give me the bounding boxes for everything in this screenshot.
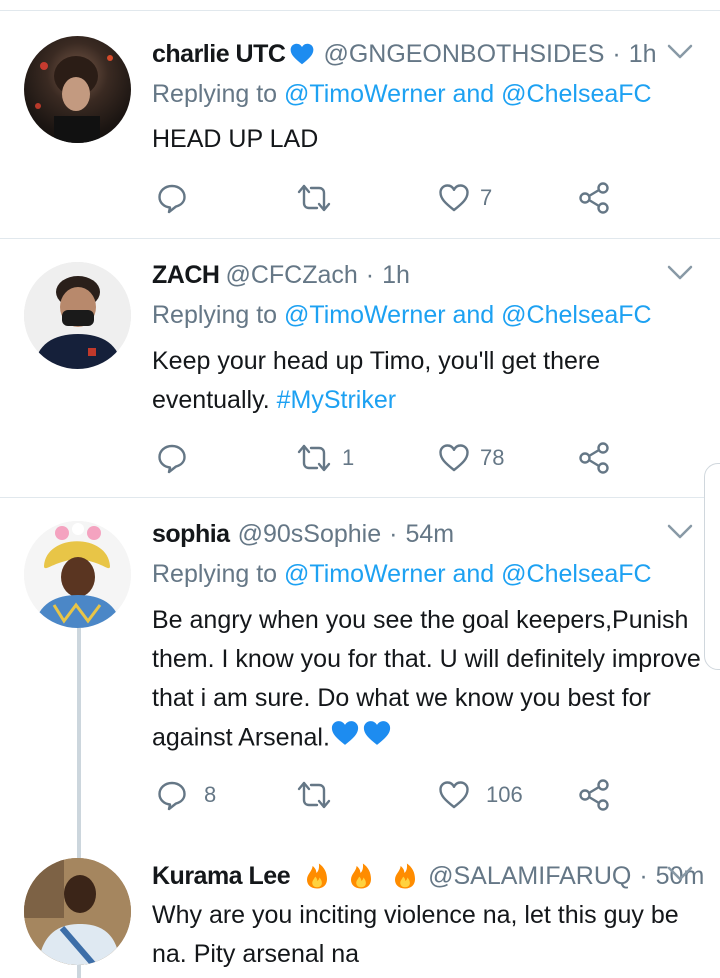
retweet-icon	[297, 781, 331, 809]
mention-link[interactable]: @TimoWerner	[284, 80, 446, 108]
chevron-down-icon[interactable]	[666, 42, 694, 62]
and-link[interactable]: and	[453, 301, 495, 329]
like-button[interactable]: 78	[438, 438, 504, 478]
fire-icon	[390, 861, 420, 891]
reply-icon	[158, 184, 186, 214]
replying-label: Replying to	[152, 80, 278, 108]
share-button[interactable]	[578, 178, 612, 218]
dot-separator: ·	[389, 519, 398, 548]
share-icon	[579, 442, 609, 474]
fire-icon	[302, 861, 332, 891]
tweet-text: Be angry when you see the goal keepers,P…	[152, 601, 707, 760]
display-name[interactable]: charlie UTC	[152, 40, 286, 69]
replying-to: Replying to @TimoWerner and @ChelseaFC	[152, 560, 652, 589]
share-button[interactable]	[578, 438, 612, 478]
avatar[interactable]	[24, 521, 131, 628]
reply-button[interactable]	[156, 438, 198, 478]
fire-icon	[346, 861, 376, 891]
like-count: 78	[480, 445, 505, 470]
replying-label: Replying to	[152, 301, 278, 329]
timestamp[interactable]: 1h	[629, 40, 657, 69]
handle[interactable]: @90sSophie	[238, 520, 382, 549]
retweet-icon	[297, 444, 331, 472]
and-link[interactable]: and	[453, 80, 495, 108]
tweet-text: Why are you inciting violence na, let th…	[152, 901, 679, 968]
tweet-header: ZACH @CFCZach · 1h	[152, 257, 410, 293]
avatar[interactable]	[24, 858, 131, 965]
mention-link[interactable]: @ChelseaFC	[501, 301, 651, 329]
thread-line	[77, 628, 81, 858]
reply-icon	[158, 444, 186, 474]
timestamp[interactable]: 54m	[405, 520, 454, 549]
tweet-text-content: Be angry when you see the goal keepers,P…	[152, 606, 701, 752]
reply-button[interactable]: 8	[156, 775, 216, 815]
display-name[interactable]: ZACH	[152, 261, 220, 290]
action-bar: 8 106	[0, 775, 720, 815]
and-link[interactable]: and	[453, 560, 495, 588]
hashtag-link[interactable]: #MyStriker	[277, 386, 396, 414]
blue-heart-icon	[330, 718, 360, 760]
tweet-header: charlie UTC @GNGEONBOTHSIDES · 1h	[152, 36, 657, 72]
chevron-down-icon[interactable]	[666, 522, 694, 542]
mention-link[interactable]: @ChelseaFC	[501, 80, 651, 108]
tweet-text: Keep your head up Timo, you'll get there…	[152, 342, 612, 420]
reply-button[interactable]	[156, 178, 198, 218]
share-icon	[579, 182, 609, 214]
handle[interactable]: @CFCZach	[225, 261, 357, 290]
dot-separator: ·	[639, 861, 648, 890]
share-button[interactable]	[578, 775, 612, 815]
retweet-count: 1	[342, 445, 355, 470]
replying-to: Replying to @TimoWerner and @ChelseaFC	[152, 80, 652, 109]
chevron-down-icon[interactable]	[666, 864, 694, 884]
handle[interactable]: @GNGEONBOTHSIDES	[323, 40, 604, 69]
tweet-header: sophia @90sSophie · 54m	[152, 516, 454, 552]
action-bar: 1 78	[0, 438, 720, 478]
retweet-button[interactable]	[296, 775, 342, 815]
heart-icon	[439, 781, 469, 809]
display-name[interactable]: Kurama Lee	[152, 862, 291, 891]
retweet-button[interactable]	[296, 178, 342, 218]
tweet-divider	[0, 497, 720, 498]
reply-count: 8	[204, 782, 217, 807]
tweet-header: Kurama Lee @SALAMIFARUQ · 50m	[152, 858, 704, 894]
like-button[interactable]: 7	[438, 178, 492, 218]
dot-separator: ·	[365, 260, 375, 289]
action-bar: 7	[0, 178, 720, 218]
replying-to: Replying to @TimoWerner and @ChelseaFC	[152, 301, 652, 330]
display-name[interactable]: sophia	[152, 520, 230, 549]
handle[interactable]: @SALAMIFARUQ	[428, 862, 631, 891]
reply-icon	[158, 781, 186, 811]
top-divider	[0, 10, 720, 11]
dot-separator: ·	[612, 39, 621, 68]
mention-link[interactable]: @TimoWerner	[284, 301, 446, 329]
timestamp[interactable]: 1h	[382, 261, 410, 290]
mention-link[interactable]: @ChelseaFC	[501, 560, 651, 588]
avatar[interactable]	[24, 262, 131, 369]
like-button[interactable]: 106	[438, 775, 523, 815]
like-count: 7	[480, 185, 493, 210]
like-count: 106	[486, 782, 523, 807]
retweet-button[interactable]: 1	[296, 438, 354, 478]
scroll-handle[interactable]	[704, 463, 720, 670]
replying-label: Replying to	[152, 560, 278, 588]
tweet-text: HEAD UP LAD	[152, 125, 319, 153]
heart-icon	[439, 184, 469, 212]
retweet-icon	[297, 184, 331, 212]
tweet-divider	[0, 238, 720, 239]
mention-link[interactable]: @TimoWerner	[284, 560, 446, 588]
blue-heart-icon	[289, 41, 315, 67]
avatar[interactable]	[24, 36, 131, 143]
share-icon	[579, 779, 609, 811]
heart-icon	[439, 444, 469, 472]
blue-heart-icon	[362, 718, 392, 760]
chevron-down-icon[interactable]	[666, 263, 694, 283]
